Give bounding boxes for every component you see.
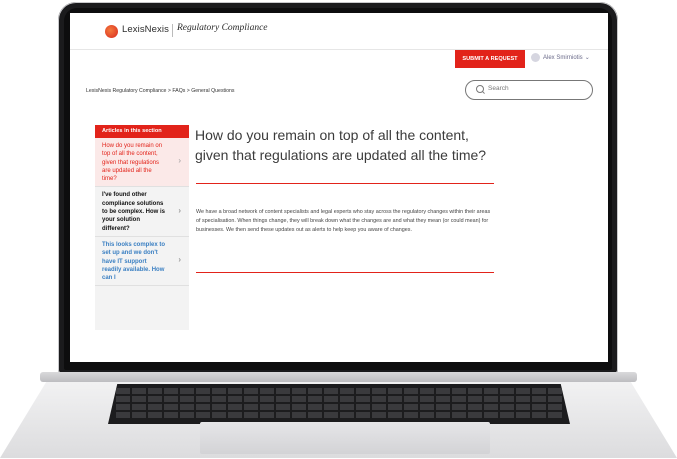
article-title: How do you remain on top of all the cont…	[195, 127, 487, 163]
chevron-right-icon: ›	[178, 156, 181, 166]
trackpad	[200, 422, 490, 454]
keyboard	[108, 384, 570, 424]
search-icon	[476, 85, 484, 93]
sidebar-heading: Articles in this section	[95, 125, 189, 138]
chevron-right-icon: ›	[178, 205, 181, 215]
submit-request-button[interactable]: SUBMIT A REQUEST	[455, 50, 525, 68]
lexisnexis-logo-icon[interactable]	[105, 25, 118, 38]
sidebar-item-label: How do you remain on top of all the cont…	[102, 143, 163, 183]
title-divider	[196, 183, 494, 184]
sidebar-item-label: I've found other compliance solutions to…	[102, 192, 166, 232]
sidebar-item[interactable]: This looks complex to set up and we don'…	[95, 237, 189, 287]
avatar	[531, 53, 540, 62]
browser-screen: LexisNexis Regulatory Compliance SUBMIT …	[70, 13, 608, 362]
chevron-down-icon: ⌄	[584, 55, 590, 62]
user-name: Alex Smirniotis	[543, 55, 583, 62]
user-menu[interactable]: Alex Smirniotis ⌄	[531, 53, 590, 62]
brand-name[interactable]: LexisNexis	[122, 24, 169, 35]
laptop-base	[0, 372, 677, 459]
article-body: We have a broad network of content speci…	[196, 209, 491, 234]
search-placeholder: Search	[488, 85, 509, 92]
header-divider	[172, 24, 173, 37]
site-header: LexisNexis Regulatory Compliance	[70, 13, 608, 50]
articles-sidebar: Articles in this section How do you rema…	[95, 125, 189, 330]
body-divider	[196, 272, 494, 273]
product-name: Regulatory Compliance	[177, 23, 268, 33]
chevron-right-icon: ›	[178, 255, 181, 265]
sidebar-item-active[interactable]: How do you remain on top of all the cont…	[95, 138, 189, 188]
breadcrumb[interactable]: LexisNexis Regulatory Compliance > FAQs …	[86, 88, 235, 94]
search-input[interactable]: Search	[465, 80, 593, 100]
sidebar-item-label: This looks complex to set up and we don'…	[102, 241, 166, 282]
sidebar-item[interactable]: I've found other compliance solutions to…	[95, 187, 189, 237]
